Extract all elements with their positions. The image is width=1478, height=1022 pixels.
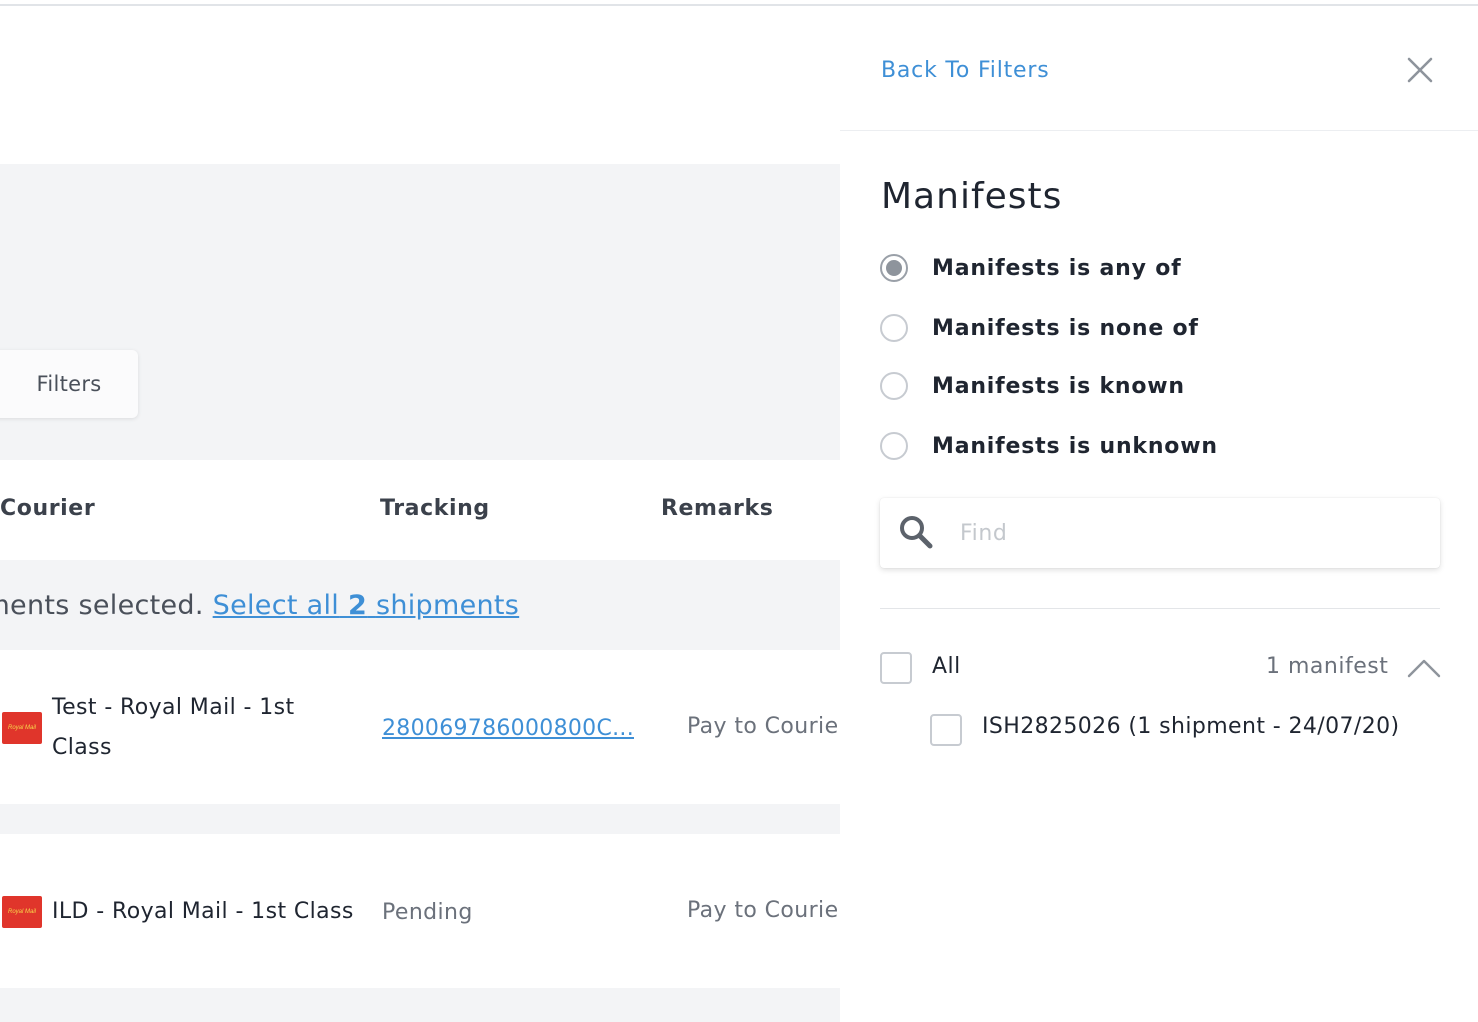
radio-button[interactable] bbox=[880, 314, 908, 342]
select-all-checkbox[interactable] bbox=[880, 652, 912, 684]
selection-bar: pments selected. Select all 2 shipments bbox=[0, 560, 840, 650]
radio-option-none-of[interactable]: Manifests is none of bbox=[880, 314, 1199, 342]
radio-button[interactable] bbox=[880, 372, 908, 400]
back-to-filters-link[interactable]: Back To Filters bbox=[881, 58, 1050, 83]
select-all-label: All bbox=[932, 654, 961, 679]
filters-area: Filters bbox=[0, 164, 840, 460]
divider bbox=[880, 608, 1440, 609]
select-all-link[interactable]: Select all 2 shipments bbox=[213, 590, 520, 621]
shipments-main: Filters Courier Tracking Remarks pments … bbox=[0, 6, 840, 1022]
logo-text: Royal Mail bbox=[7, 909, 36, 915]
header-band bbox=[0, 6, 840, 164]
panel-title: Manifests bbox=[881, 176, 1063, 217]
remarks-text: Pay to Courie bbox=[687, 898, 839, 923]
tracking-status: Pending bbox=[382, 900, 473, 925]
royal-mail-logo: Royal Mail bbox=[2, 712, 42, 744]
logo-text: Royal Mail bbox=[7, 725, 36, 731]
courier-name-line: Class bbox=[52, 735, 112, 760]
courier-name: Test - Royal Mail - 1st Class bbox=[52, 688, 295, 768]
filter-panel: Back To Filters Manifests Manifests is a… bbox=[840, 6, 1478, 1022]
panel-header: Back To Filters bbox=[840, 6, 1478, 131]
radio-option-any-of[interactable]: Manifests is any of bbox=[880, 254, 1182, 282]
courier-name: ILD - Royal Mail - 1st Class bbox=[52, 899, 354, 924]
column-header-courier[interactable]: Courier bbox=[0, 496, 95, 521]
radio-option-unknown[interactable]: Manifests is unknown bbox=[880, 432, 1218, 460]
radio-label: Manifests is known bbox=[932, 373, 1185, 399]
radio-label: Manifests is none of bbox=[932, 315, 1199, 341]
select-all-count: 2 bbox=[347, 590, 368, 621]
search-input[interactable] bbox=[958, 512, 1422, 554]
radio-button[interactable] bbox=[880, 432, 908, 460]
select-all-link-text: Select all bbox=[212, 590, 340, 621]
royal-mail-logo: Royal Mail bbox=[2, 896, 42, 928]
radio-option-known[interactable]: Manifests is known bbox=[880, 372, 1185, 400]
manifest-item-checkbox[interactable] bbox=[930, 714, 962, 746]
manifest-item-label: ISH2825026 (1 shipment - 24/07/20) bbox=[982, 714, 1400, 739]
courier-name-line: Test - Royal Mail - 1st bbox=[52, 695, 295, 720]
table-header: Courier Tracking Remarks bbox=[0, 460, 840, 560]
radio-label: Manifests is any of bbox=[932, 255, 1182, 281]
close-icon[interactable] bbox=[1404, 54, 1436, 86]
manifest-count: 1 manifest bbox=[1266, 654, 1389, 679]
radio-dot bbox=[886, 260, 902, 276]
select-all-link-suffix: shipments bbox=[375, 590, 520, 621]
tracking-link[interactable]: 280069786000800C... bbox=[382, 716, 644, 741]
radio-button[interactable] bbox=[880, 254, 908, 282]
row-gap bbox=[0, 804, 840, 834]
search-icon bbox=[900, 516, 933, 549]
selection-count-text: pments selected. bbox=[0, 590, 204, 621]
selection-text: pments selected. Select all 2 shipments bbox=[0, 590, 519, 621]
table-row[interactable]: Royal Mail ILD - Royal Mail - 1st Class … bbox=[0, 834, 840, 988]
table-row[interactable]: Royal Mail Test - Royal Mail - 1st Class… bbox=[0, 650, 840, 804]
search-box bbox=[880, 498, 1440, 568]
column-header-remarks[interactable]: Remarks bbox=[661, 496, 773, 521]
row-gap bbox=[0, 988, 840, 1022]
radio-label: Manifests is unknown bbox=[932, 433, 1218, 459]
remarks-text: Pay to Courie bbox=[687, 714, 839, 739]
filters-button[interactable]: Filters bbox=[0, 350, 138, 418]
chevron-up-icon[interactable] bbox=[1406, 656, 1442, 680]
column-header-tracking[interactable]: Tracking bbox=[380, 496, 490, 521]
